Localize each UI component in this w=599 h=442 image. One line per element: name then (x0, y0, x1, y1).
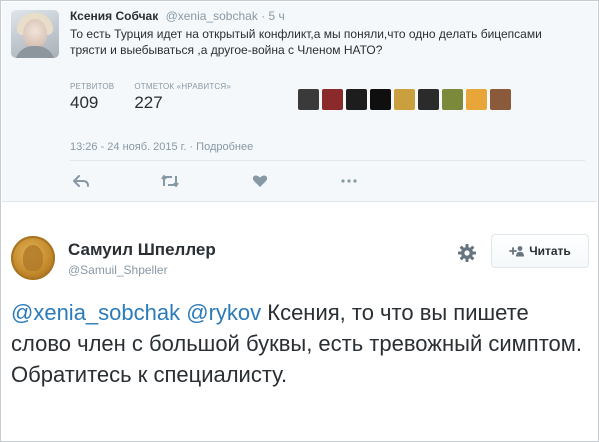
tweet-stats: РЕТВИТОВ 409 ОТМЕТОК «НРАВИТСЯ» 227 (70, 82, 251, 113)
follow-button[interactable]: Читать (491, 234, 589, 268)
liker-avatar[interactable] (370, 89, 391, 110)
tweet-header: Ксения Собчак @xenia_sobchak · 5 ч (70, 9, 285, 23)
author-name[interactable]: Ксения Собчак (70, 9, 158, 23)
retweet-stat[interactable]: РЕТВИТОВ 409 (70, 82, 114, 113)
likes-stat[interactable]: ОТМЕТОК «НРАВИТСЯ» 227 (134, 82, 231, 113)
tweet-actions (70, 173, 360, 189)
author-handle[interactable]: @Samuil_Shpeller (68, 263, 168, 277)
retweet-icon (161, 175, 180, 187)
mention-link[interactable]: @xenia_sobchak (11, 300, 180, 325)
mention-link[interactable]: @rykov (186, 300, 261, 325)
retweet-button[interactable] (159, 173, 181, 189)
reply-button[interactable] (70, 173, 92, 189)
likes-count: 227 (134, 93, 163, 112)
like-icon (252, 175, 267, 187)
tweet-time[interactable]: · 5 ч (261, 9, 285, 23)
liker-avatar[interactable] (322, 89, 343, 110)
retweets-label: РЕТВИТОВ (70, 82, 115, 91)
liker-avatar[interactable] (418, 89, 439, 110)
tweet-original: Ксения Собчак @xenia_sobchak · 5 ч То ес… (2, 2, 597, 202)
reply-icon (73, 174, 89, 187)
divider (70, 160, 585, 161)
like-button[interactable] (249, 173, 271, 189)
tweet-date[interactable]: 13:26 - 24 нояб. 2015 г. · Подробнее (70, 141, 253, 153)
more-button[interactable] (338, 173, 360, 189)
gear-icon (458, 244, 476, 262)
avatar-shoulders (15, 46, 55, 58)
settings-button[interactable] (456, 242, 478, 264)
retweets-count: 409 (70, 93, 99, 112)
tweet-text: То есть Турция идет на открытый конфликт… (70, 27, 542, 57)
liker-avatar[interactable] (466, 89, 487, 110)
avatar-bust (23, 245, 43, 271)
liker-avatar[interactable] (442, 89, 463, 110)
avatar[interactable] (11, 10, 59, 58)
liker-avatar[interactable] (346, 89, 367, 110)
liker-avatar[interactable] (490, 89, 511, 110)
more-icon (341, 179, 357, 183)
tweet-text: @xenia_sobchak @rykov Ксения, то что вы … (11, 297, 591, 390)
tweet-reply: Самуил Шпеллер @Samuil_Shpeller Читать @… (2, 202, 597, 441)
follow-label: Читать (529, 244, 571, 258)
avatar[interactable] (11, 236, 55, 280)
follow-icon (509, 245, 525, 257)
liker-avatar[interactable] (298, 89, 319, 110)
author-name[interactable]: Самуил Шпеллер (68, 240, 216, 260)
likes-label: ОТМЕТОК «НРАВИТСЯ» (134, 82, 232, 91)
likers-avatars (298, 89, 514, 110)
author-handle[interactable]: @xenia_sobchak (166, 9, 258, 23)
screenshot-frame: Ксения Собчак @xenia_sobchak · 5 ч То ес… (0, 0, 599, 442)
liker-avatar[interactable] (394, 89, 415, 110)
avatar-face (23, 19, 47, 49)
